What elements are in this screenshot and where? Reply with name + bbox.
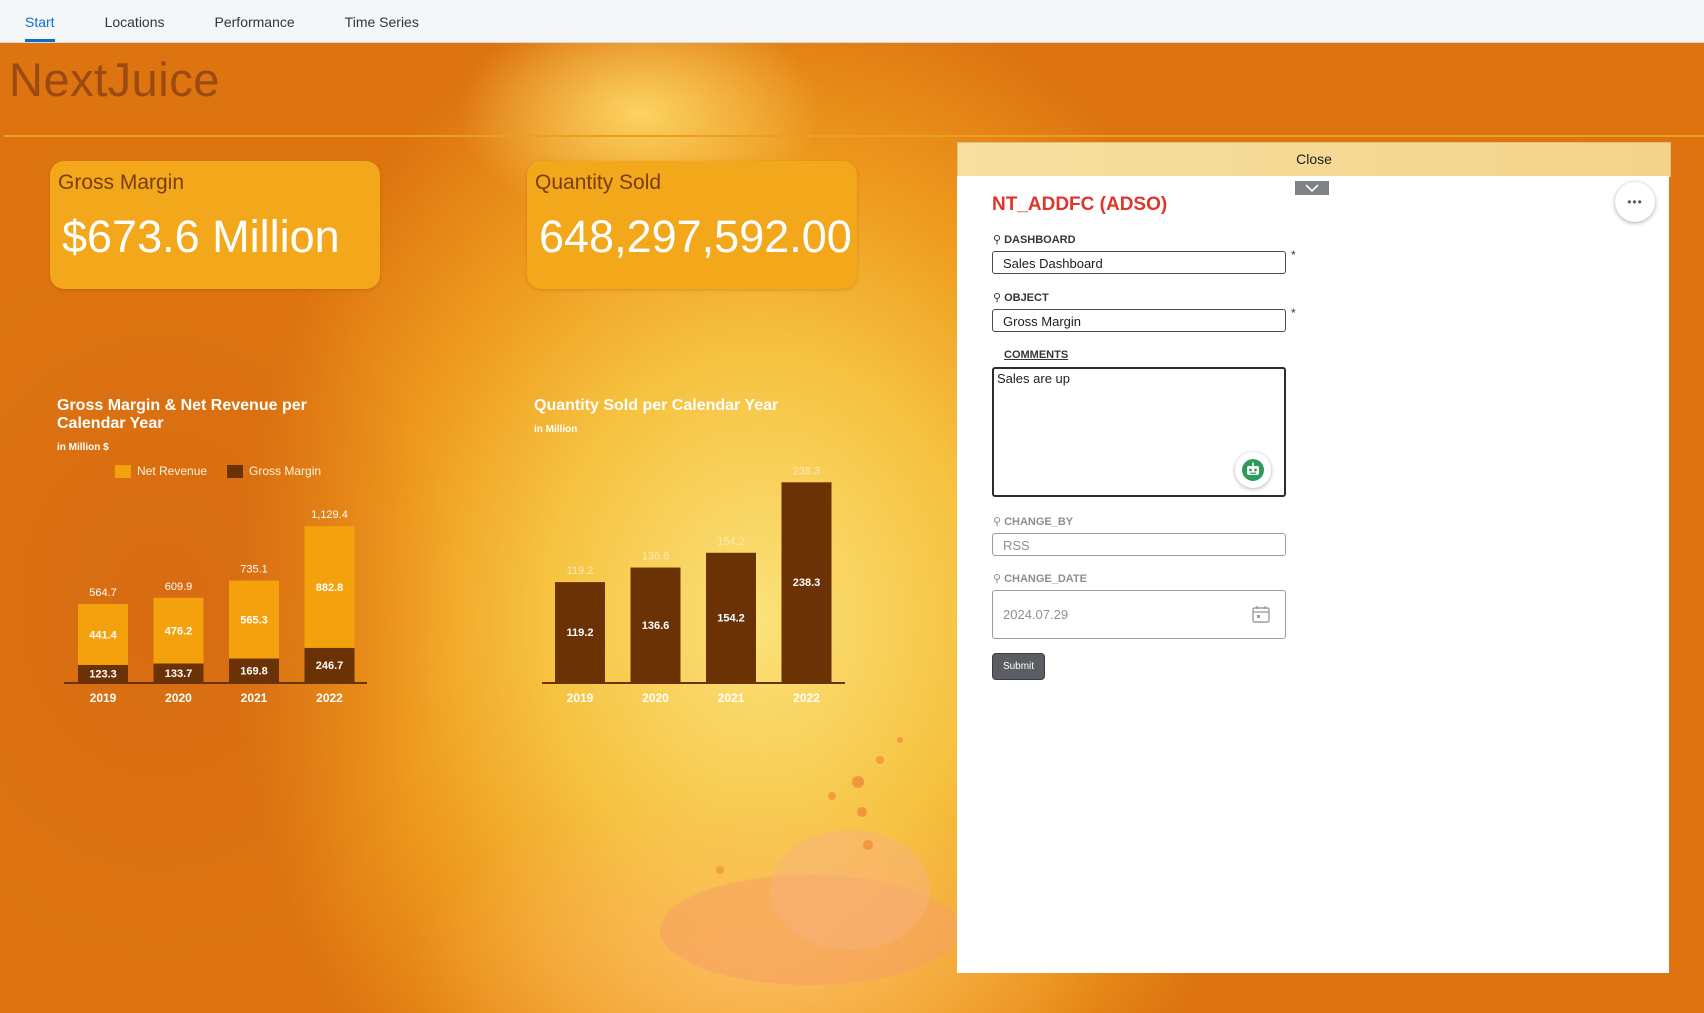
comments-label: COMMENTS: [1004, 349, 1069, 361]
chart2-title: Quantity Sold per Calendar Year: [534, 397, 779, 414]
change-date-label-text: CHANGE_DATE: [1004, 573, 1087, 585]
assistant-bot-button[interactable]: [1235, 452, 1271, 488]
chart2-plot: 119.2 119.2 2019 136.6 136.6 2020 154.2 154.2 20…: [542, 465, 845, 705]
data-label-net-revenue: 476.2: [165, 626, 193, 638]
legend-label: Gross Margin: [249, 464, 322, 478]
data-label-total: 735.1: [240, 564, 268, 576]
data-label-net-revenue: 565.3: [240, 615, 268, 627]
kpi-quantity-sold[interactable]: Quantity Sold 648,297,592.00: [527, 161, 857, 289]
data-label-inside: 238.3: [793, 577, 821, 589]
x-tick-label: 2020: [165, 691, 192, 705]
kpi-label: Gross Margin: [58, 171, 185, 194]
x-tick-label: 2019: [90, 691, 117, 705]
chart1-legend: Net Revenue Gross Margin: [115, 464, 341, 478]
data-label-gross-margin: 246.7: [316, 660, 344, 672]
more-options-button[interactable]: •••: [1615, 182, 1655, 222]
tab-start[interactable]: Start: [25, 0, 55, 42]
key-icon: ⚲: [993, 516, 1002, 528]
chevron-down-icon: [1305, 184, 1319, 192]
kpi-label: Quantity Sold: [535, 171, 662, 194]
x-tick-label: 2021: [241, 691, 268, 705]
object-field[interactable]: Gross Margin: [992, 309, 1286, 332]
required-marker: *: [1291, 306, 1296, 320]
legend-swatch: [115, 464, 131, 478]
change-by-field[interactable]: RSS: [992, 533, 1286, 556]
data-label-inside: 154.2: [717, 612, 745, 624]
dashboard-label: ⚲ DASHBOARD: [993, 233, 1076, 246]
legend-item-net-revenue[interactable]: Net Revenue: [115, 464, 207, 478]
header-divider: [4, 135, 1704, 137]
data-label-gross-margin: 123.3: [89, 668, 117, 680]
kpi-value: 648,297,592.00: [539, 211, 852, 262]
tab-performance[interactable]: Performance: [215, 0, 295, 42]
data-label-total: 564.7: [89, 587, 117, 599]
input-panel: ••• NT_ADDFC (ADSO) ⚲ DASHBOARD Sales Das…: [957, 176, 1669, 973]
legend-label: Net Revenue: [137, 464, 208, 478]
data-label-total: 1,129.4: [311, 509, 348, 521]
collapse-toggle[interactable]: [1295, 181, 1329, 195]
x-tick-label: 2020: [642, 691, 669, 705]
chart2-subtitle: in Million: [534, 424, 578, 435]
dashboard-label-text: DASHBOARD: [1004, 234, 1076, 246]
brand-title: NextJuice: [9, 53, 220, 106]
key-icon: ⚲: [993, 573, 1002, 585]
juice-splash-decoration: [660, 737, 960, 985]
x-tick-label: 2022: [793, 691, 820, 705]
change-date-value: 2024.07.29: [1003, 607, 1069, 622]
x-tick-label: 2022: [316, 691, 343, 705]
key-icon: ⚲: [993, 234, 1002, 246]
change-date-field[interactable]: 2024.07.29: [992, 590, 1286, 639]
data-label-net-revenue: 882.8: [316, 582, 344, 594]
x-tick-label: 2021: [718, 691, 745, 705]
change-date-label: ⚲ CHANGE_DATE: [993, 572, 1087, 585]
data-label-net-revenue: 441.4: [89, 630, 117, 642]
tab-locations[interactable]: Locations: [105, 0, 165, 42]
object-label: ⚲ OBJECT: [993, 291, 1049, 304]
submit-button[interactable]: Submit: [992, 653, 1045, 680]
data-label-total: 154.2: [717, 536, 745, 548]
x-tick-label: 2019: [567, 691, 594, 705]
chart1-plot: 123.3 441.4 564.7 2019 133.7 476.2 609.9 2020 16…: [64, 509, 367, 705]
data-label-total: 136.6: [642, 551, 670, 563]
robot-icon: [1242, 459, 1264, 481]
close-button[interactable]: Close: [957, 142, 1671, 177]
object-label-text: OBJECT: [1004, 292, 1049, 304]
kpi-gross-margin[interactable]: Gross Margin $673.6 Million: [50, 161, 380, 289]
chart1-subtitle: in Million $: [57, 442, 109, 453]
change-by-label: ⚲ CHANGE_BY: [993, 515, 1073, 528]
change-by-label-text: CHANGE_BY: [1004, 516, 1074, 528]
tab-time-series[interactable]: Time Series: [345, 0, 419, 42]
panel-title: NT_ADDFC (ADSO): [992, 194, 1168, 215]
data-label-total: 609.9: [165, 581, 193, 593]
key-icon: ⚲: [993, 292, 1002, 304]
data-label-gross-margin: 169.8: [240, 665, 268, 677]
kpi-value: $673.6 Million: [62, 211, 340, 262]
required-marker: *: [1291, 248, 1296, 262]
data-label-gross-margin: 133.7: [165, 668, 193, 680]
calendar-icon[interactable]: [1251, 604, 1271, 624]
data-label-inside: 119.2: [567, 627, 594, 639]
legend-item-gross-margin[interactable]: Gross Margin: [227, 464, 321, 478]
data-label-total: 238.3: [793, 465, 821, 477]
data-label-total: 119.2: [567, 565, 594, 577]
dashboard-field[interactable]: Sales Dashboard: [992, 251, 1286, 274]
chart1-title: Gross Margin & Net Revenue per Calendar …: [57, 397, 307, 432]
top-nav: Start Locations Performance Time Series: [0, 0, 1704, 43]
legend-swatch: [227, 464, 244, 478]
data-label-inside: 136.6: [642, 620, 670, 632]
